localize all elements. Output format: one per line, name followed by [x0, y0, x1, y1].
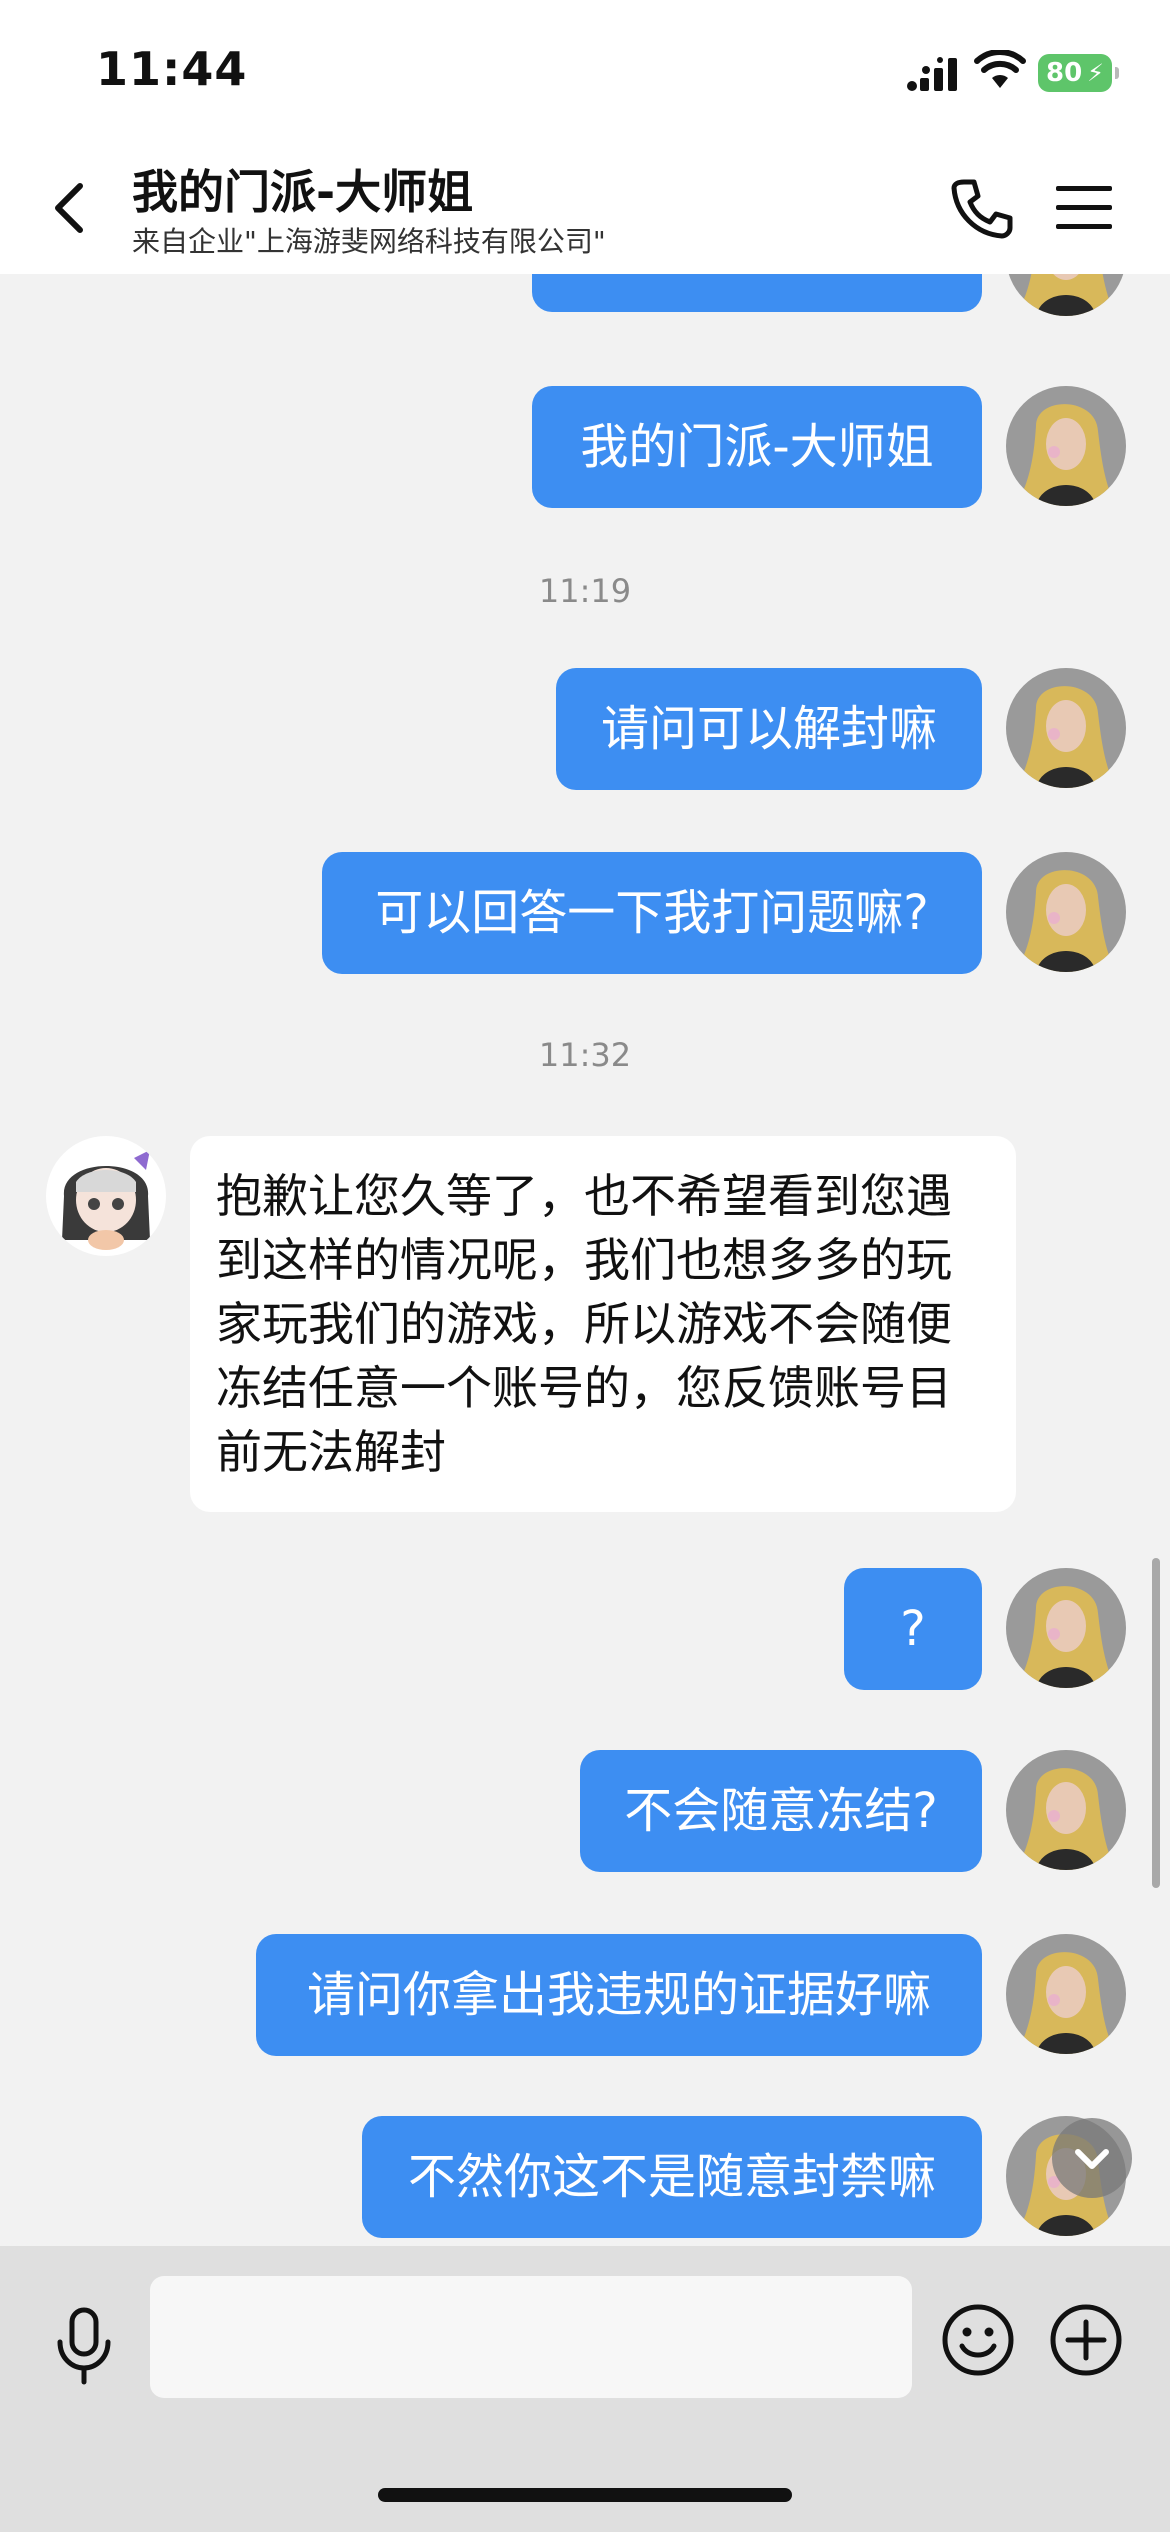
scroll-to-bottom-button[interactable]: [1052, 2118, 1132, 2198]
timestamp: 11:19: [538, 572, 632, 610]
message-bubble[interactable]: 请问可以解封嘛: [556, 668, 982, 790]
avatar[interactable]: [1006, 274, 1126, 316]
menu-icon[interactable]: [1054, 180, 1114, 236]
mic-icon[interactable]: [48, 2306, 120, 2386]
scrollbar[interactable]: [1152, 1558, 1160, 1888]
message-bubble[interactable]: 不然你这不是随意封禁嘛: [362, 2116, 982, 2238]
phone-icon[interactable]: [950, 176, 1014, 240]
message-bubble[interactable]: 抱歉让您久等了，也不希望看到您遇到这样的情况呢，我们也想多多的玩家玩我们的游戏，…: [190, 1136, 1016, 1512]
charging-bolt-icon: ⚡: [1087, 59, 1104, 87]
message-bubble[interactable]: 不会随意冻结?: [580, 1750, 982, 1872]
chat-header: 我的门派-大师姐 来自企业"上海游斐网络科技有限公司": [0, 140, 1170, 274]
message-bubble[interactable]: 我的门派-大师姐: [532, 386, 982, 508]
home-indicator[interactable]: [378, 2488, 792, 2502]
chat-subtitle: 来自企业"上海游斐网络科技有限公司": [132, 225, 606, 258]
agent-avatar[interactable]: [46, 1136, 166, 1256]
battery-level: 80: [1046, 58, 1083, 88]
message-list[interactable]: 我的门派-大师姐 我的门派-大师姐 11:19 请问可以解封嘛 可以回答一下我打…: [0, 274, 1170, 2246]
message-bubble[interactable]: 请问你拿出我违规的证据好嘛: [256, 1934, 982, 2056]
message-bubble[interactable]: 可以回答一下我打问题嘛?: [322, 852, 982, 974]
timestamp: 11:32: [538, 1036, 632, 1074]
back-icon[interactable]: [40, 176, 104, 240]
status-bar: 11:44 80 ⚡: [0, 0, 1170, 140]
battery-indicator: 80 ⚡: [1038, 54, 1119, 92]
wifi-icon: [974, 50, 1026, 88]
message-bubble[interactable]: ?: [844, 1568, 982, 1690]
avatar[interactable]: [1006, 668, 1126, 788]
chat-title: 我的门派-大师姐: [132, 165, 474, 219]
avatar[interactable]: [1006, 852, 1126, 972]
emoji-icon[interactable]: [940, 2302, 1016, 2378]
avatar[interactable]: [1006, 386, 1126, 506]
avatar[interactable]: [1006, 1568, 1126, 1688]
plus-icon[interactable]: [1048, 2302, 1124, 2378]
signal-icon: [907, 57, 957, 91]
message-input[interactable]: [150, 2276, 912, 2398]
avatar[interactable]: [1006, 1934, 1126, 2054]
input-bar: [0, 2246, 1170, 2532]
message-bubble[interactable]: 我的门派-大师姐: [532, 274, 982, 312]
avatar[interactable]: [1006, 1750, 1126, 1870]
status-time: 11:44: [96, 42, 248, 96]
chevron-down-icon: [1075, 2149, 1109, 2169]
